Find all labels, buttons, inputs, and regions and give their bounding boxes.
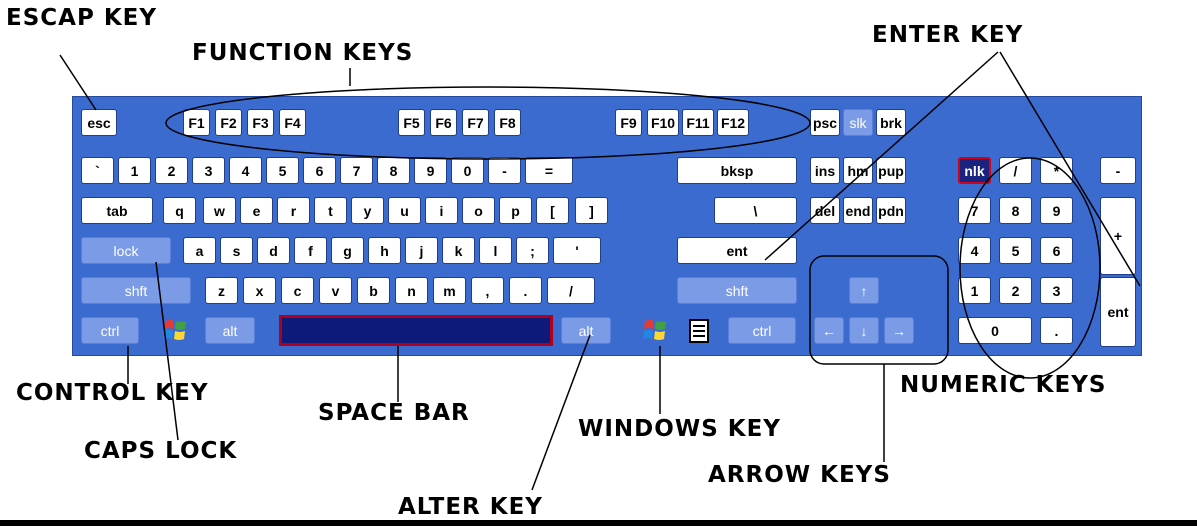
- enter-key-pointer-numpad: [999, 51, 1141, 287]
- alter-key-pointer: [531, 334, 591, 491]
- arrow-keys-outline: [809, 255, 949, 365]
- caps-lock-pointer: [155, 261, 179, 441]
- function-keys-outline: [165, 86, 811, 160]
- escape-key-pointer: [59, 54, 97, 111]
- bottom-rule: [0, 520, 1197, 526]
- numeric-keys-outline: [959, 157, 1101, 379]
- enter-key-pointer-main: [764, 51, 999, 261]
- annotation-overlay: [59, 51, 1141, 491]
